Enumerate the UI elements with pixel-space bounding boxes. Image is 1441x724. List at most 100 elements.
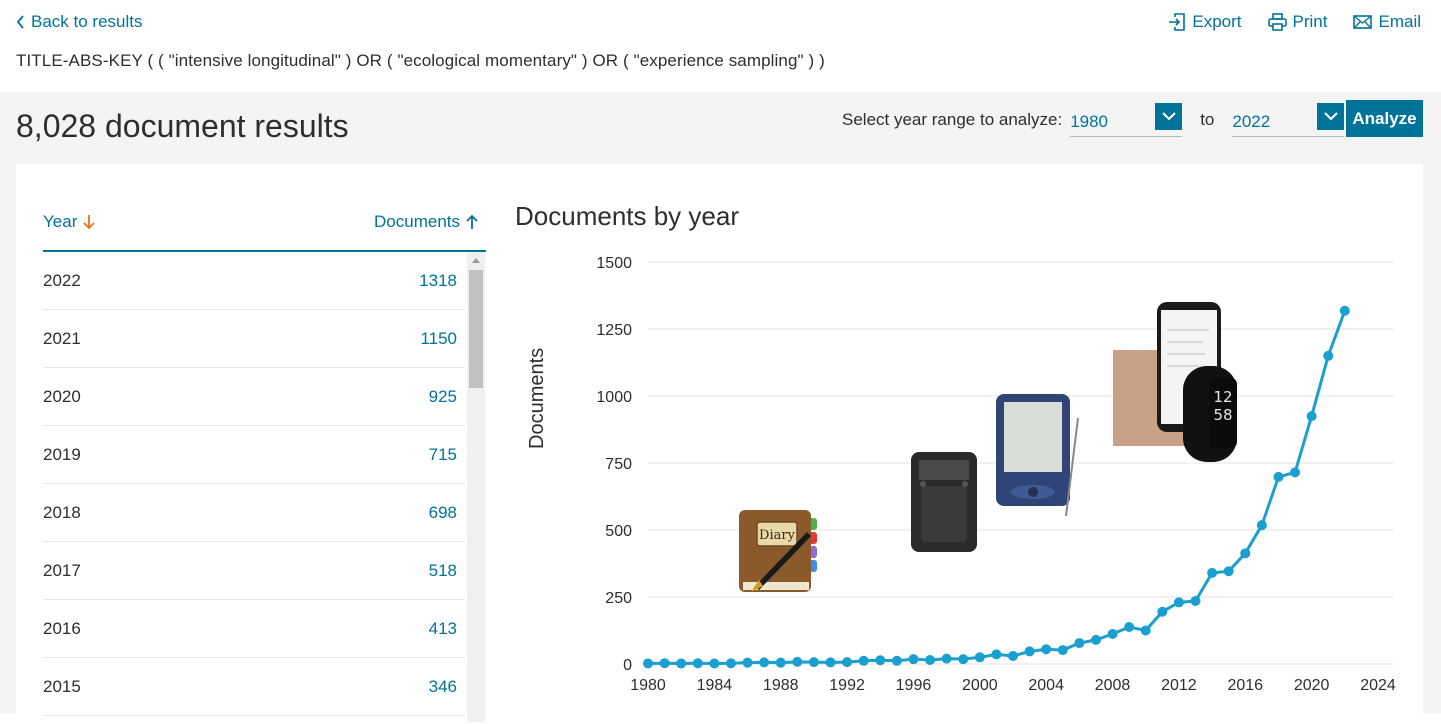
export-label: Export xyxy=(1192,12,1242,31)
documents-count-link[interactable]: 346 xyxy=(429,677,457,697)
table-row: 2020 925 xyxy=(43,368,465,426)
data-point xyxy=(1256,520,1267,531)
data-point xyxy=(842,657,853,668)
to-year-dropdown-button[interactable] xyxy=(1317,103,1345,130)
data-point xyxy=(709,658,720,669)
sort-by-year[interactable]: Year xyxy=(43,212,95,232)
year-cell: 2020 xyxy=(43,387,81,406)
chevron-left-icon xyxy=(16,15,24,29)
year-cell: 2021 xyxy=(43,329,81,348)
x-tick-label: 2004 xyxy=(1028,677,1064,694)
scroll-up-arrow[interactable] xyxy=(472,258,480,263)
data-point xyxy=(742,657,753,668)
data-point xyxy=(659,658,670,669)
data-point xyxy=(1190,596,1201,607)
y-tick-label: 750 xyxy=(605,456,632,473)
documents-count-link[interactable]: 698 xyxy=(429,503,457,523)
table-header: Year Documents xyxy=(43,204,486,252)
print-button[interactable]: Print xyxy=(1267,12,1327,32)
scrollbar-thumb[interactable] xyxy=(469,270,483,388)
envelope-icon xyxy=(1353,15,1373,29)
chart-title: Documents by year xyxy=(515,201,739,231)
y-tick-label: 1500 xyxy=(596,255,632,272)
data-point xyxy=(775,657,786,668)
data-point xyxy=(858,655,869,666)
x-tick-label: 2008 xyxy=(1095,677,1131,694)
table-row: 2018 698 xyxy=(43,484,465,542)
x-tick-label: 1996 xyxy=(896,677,932,694)
data-point xyxy=(692,658,703,669)
x-tick-label: 1980 xyxy=(630,677,666,694)
arrow-up-icon xyxy=(466,214,478,229)
table-row: 2021 1150 xyxy=(43,310,465,368)
to-year-select[interactable]: 2022 xyxy=(1232,103,1345,137)
data-point xyxy=(643,658,653,669)
sort-by-documents[interactable]: Documents xyxy=(374,212,478,232)
export-button[interactable]: Export xyxy=(1167,12,1242,32)
back-to-results-link[interactable]: Back to results xyxy=(16,12,143,32)
year-cell: 2015 xyxy=(43,677,81,696)
svg-text:Diary: Diary xyxy=(759,528,796,543)
data-point xyxy=(676,658,687,669)
data-point xyxy=(958,654,969,665)
documents-count-link[interactable]: 413 xyxy=(429,619,457,639)
data-point xyxy=(925,654,936,665)
year-cell: 2018 xyxy=(43,503,81,522)
documents-count-link[interactable]: 925 xyxy=(429,387,457,407)
y-tick-label: 1000 xyxy=(596,389,632,406)
from-year-select[interactable]: 1980 xyxy=(1070,103,1183,137)
year-range-label: Select year range to analyze: xyxy=(842,110,1063,129)
data-point xyxy=(725,658,736,669)
table-scrollbar[interactable] xyxy=(467,252,485,722)
data-point xyxy=(1290,467,1301,478)
documents-column-header: Documents xyxy=(374,212,460,231)
data-point xyxy=(941,653,952,664)
data-point xyxy=(792,656,803,667)
documents-count-link[interactable]: 1318 xyxy=(419,271,457,291)
data-point xyxy=(1074,638,1085,649)
data-point xyxy=(759,657,770,668)
y-tick-label: 1250 xyxy=(596,322,632,339)
data-point xyxy=(1207,567,1218,578)
to-label: to xyxy=(1200,110,1215,129)
from-year-value: 1980 xyxy=(1070,112,1109,131)
chevron-down-icon xyxy=(1161,112,1176,121)
export-icon xyxy=(1169,13,1186,31)
back-label: Back to results xyxy=(31,12,143,31)
data-point xyxy=(1140,625,1151,636)
table-row: 2017 518 xyxy=(43,542,465,600)
x-tick-label: 1988 xyxy=(763,677,799,694)
smartphone-smartwatch-icon: 12 58 xyxy=(1113,302,1237,462)
data-point xyxy=(1157,606,1168,617)
data-point xyxy=(908,654,919,665)
y-tick-label: 250 xyxy=(605,590,632,607)
year-cell: 2022 xyxy=(43,271,81,290)
data-point xyxy=(1173,597,1184,608)
x-tick-label: 2020 xyxy=(1294,677,1330,694)
documents-count-link[interactable]: 518 xyxy=(429,561,457,581)
table-body[interactable]: 2022 1318 2021 1150 2020 925 2019 715 2018 69… xyxy=(43,252,486,722)
results-count-title: 8,028 document results xyxy=(16,108,349,144)
action-bar: Export Print Email xyxy=(1167,12,1421,32)
data-point xyxy=(1090,634,1101,645)
data-point xyxy=(891,655,902,666)
data-point xyxy=(1273,471,1284,482)
documents-count-link[interactable]: 1150 xyxy=(420,329,457,349)
data-point xyxy=(1057,645,1068,656)
year-documents-table: Year Documents 2022 1318 2021 1150 2020 925… xyxy=(43,204,486,722)
from-year-dropdown-button[interactable] xyxy=(1155,103,1183,130)
svg-text:58: 58 xyxy=(1213,406,1232,424)
data-point xyxy=(1339,305,1350,316)
email-button[interactable]: Email xyxy=(1353,12,1421,32)
to-year-value: 2022 xyxy=(1232,112,1271,131)
data-point xyxy=(1240,548,1251,559)
printer-icon xyxy=(1267,13,1287,31)
documents-count-link[interactable]: 715 xyxy=(429,445,457,465)
arrow-down-icon xyxy=(83,215,95,230)
top-bar: Back to results TITLE-ABS-KEY ( ( "inten… xyxy=(0,0,1441,92)
analyze-button[interactable]: Analyze xyxy=(1346,100,1423,137)
x-tick-label: 1984 xyxy=(697,677,733,694)
diary-icon: Diary xyxy=(739,510,817,592)
y-tick-label: 0 xyxy=(623,657,632,674)
year-cell: 2019 xyxy=(43,445,81,464)
